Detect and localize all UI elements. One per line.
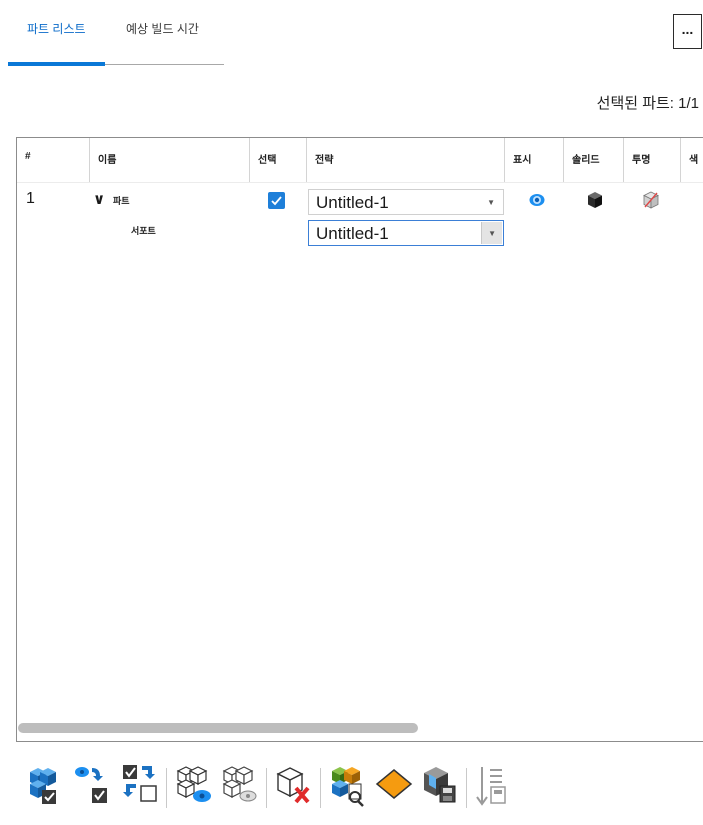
table-header: # 이름 선택 전략 표시 솔리드 투명 색: [17, 138, 703, 182]
column-header-name[interactable]: 이름: [90, 138, 250, 182]
toolbar: [24, 762, 584, 814]
column-header-transparent[interactable]: 투명: [624, 138, 681, 182]
delete-part-icon[interactable]: [274, 762, 314, 812]
show-parts-icon[interactable]: [174, 762, 214, 812]
select-all-parts-icon[interactable]: [24, 762, 64, 812]
column-header-select[interactable]: 선택: [250, 138, 307, 182]
strategy-value: Untitled-1: [316, 193, 389, 212]
active-tab-indicator: [8, 62, 105, 66]
strategy-dropdown[interactable]: Untitled-1 ▼: [308, 189, 504, 215]
slice-plane-icon[interactable]: [374, 762, 414, 812]
check-icon: [271, 196, 282, 206]
toolbar-divider: [166, 768, 167, 808]
sort-list-icon[interactable]: [474, 762, 514, 812]
tab-part-list[interactable]: 파트 리스트: [27, 20, 86, 37]
save-parts-icon[interactable]: [420, 762, 460, 812]
support-strategy-dropdown[interactable]: Untitled-1 ▼: [308, 220, 504, 246]
chevron-down-icon: ▼: [487, 198, 495, 207]
support-strategy-value: Untitled-1: [316, 224, 389, 243]
eye-icon[interactable]: [529, 193, 545, 207]
expand-toggle[interactable]: ∨: [93, 190, 105, 208]
row-number: 1: [26, 190, 35, 207]
hide-parts-icon[interactable]: [220, 762, 260, 812]
horizontal-scrollbar[interactable]: [18, 723, 418, 733]
tab-divider: [105, 64, 224, 65]
solid-cube-icon[interactable]: [587, 191, 603, 209]
column-header-display[interactable]: 표시: [505, 138, 564, 182]
select-checkbox[interactable]: [268, 192, 285, 209]
tab-bar: 파트 리스트 예상 빌드 시간: [8, 10, 224, 68]
tab-estimated-build-time[interactable]: 예상 빌드 시간: [126, 20, 199, 37]
dropdown-button[interactable]: ▼: [481, 222, 502, 244]
invert-selection-icon[interactable]: [72, 762, 112, 812]
selected-parts-count: 선택된 파트: 1/1: [596, 95, 699, 112]
toggle-selection-icon[interactable]: [120, 762, 160, 812]
part-properties-icon[interactable]: [328, 762, 368, 812]
more-options-button[interactable]: ...: [673, 14, 702, 49]
toolbar-divider: [266, 768, 267, 808]
column-header-strategy[interactable]: 전략: [307, 138, 505, 182]
column-header-number[interactable]: #: [17, 138, 90, 182]
chevron-down-icon: ▼: [488, 229, 496, 238]
header-separator: [17, 182, 703, 183]
part-name: 파트: [113, 196, 130, 206]
column-header-color[interactable]: 색: [681, 138, 703, 182]
column-header-solid[interactable]: 솔리드: [564, 138, 624, 182]
support-name: 서포트: [131, 226, 156, 236]
transparent-cube-icon[interactable]: [643, 191, 659, 209]
toolbar-divider: [320, 768, 321, 808]
parts-table: # 이름 선택 전략 표시 솔리드 투명 색 1 ∨ 파트 서포트 Untitl…: [16, 137, 703, 742]
toolbar-divider: [466, 768, 467, 808]
